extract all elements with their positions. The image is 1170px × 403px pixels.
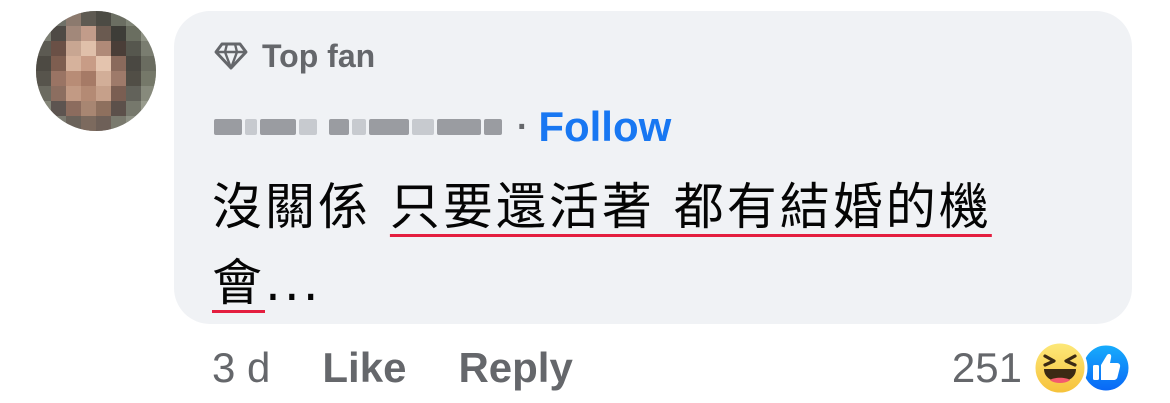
spellcheck-underlined-text: 會 [212, 254, 265, 312]
comment-text-line-2: 會... [212, 243, 322, 315]
ellipsis: ... [265, 254, 322, 312]
haha-emoji-icon [1032, 340, 1088, 396]
badge-label: Top fan [262, 37, 376, 74]
top-fan-badge: Top fan [214, 37, 375, 75]
reaction-summary[interactable]: 251 [952, 338, 1136, 398]
diamond-icon [214, 42, 248, 70]
avatar[interactable] [36, 11, 156, 131]
reaction-count: 251 [951, 344, 1022, 391]
reaction-icons [1032, 340, 1136, 396]
comment-text-segment: 沒關係 [212, 178, 390, 236]
spellcheck-underlined-text: 只要還活著 都有結婚的機 [389, 178, 992, 236]
comment-actions: 3 d Like Reply [212, 340, 625, 396]
comment-bubble: Top fan · Follow 沒關係 只要還活著 都有結婚的機 會... [174, 11, 1132, 324]
reply-button[interactable]: Reply [458, 344, 572, 392]
avatar-image-pixelated [36, 11, 156, 131]
timestamp[interactable]: 3 d [212, 344, 270, 392]
like-button[interactable]: Like [322, 344, 406, 392]
separator-dot: · [517, 107, 529, 146]
author-name-blurred[interactable] [214, 114, 505, 140]
author-row: · Follow [214, 103, 671, 151]
comment-text-line-1: 沒關係 只要還活著 都有結婚的機 [212, 167, 992, 239]
follow-link[interactable]: Follow [538, 103, 671, 151]
comment: Top fan · Follow 沒關係 只要還活著 都有結婚的機 會... 3… [0, 0, 1170, 403]
